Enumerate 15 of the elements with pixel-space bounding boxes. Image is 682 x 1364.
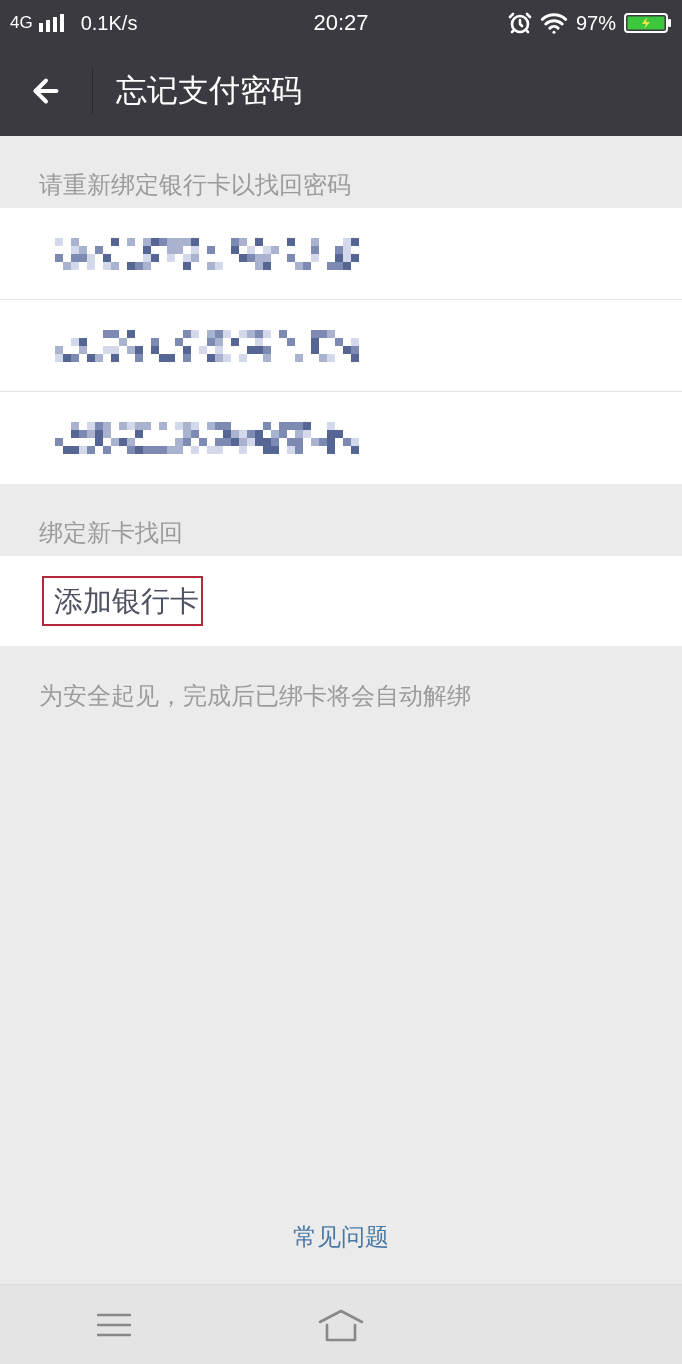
network-speed: 0.1K/s xyxy=(80,12,138,33)
home-icon[interactable] xyxy=(317,1307,364,1342)
section-label: 请重新绑定银行卡以找回密码 xyxy=(39,170,351,200)
security-note: 为安全起见，完成后已绑卡将会自动解绑 xyxy=(39,681,471,711)
battery-percent: 97% xyxy=(575,12,616,33)
clock-time: 20:27 xyxy=(313,11,369,34)
page-title: 忘记支付密码 xyxy=(116,75,302,106)
menu-icon[interactable] xyxy=(96,1312,131,1337)
alarm-icon xyxy=(507,10,532,35)
network-type: 4G xyxy=(10,14,33,31)
battery-charging-icon xyxy=(624,12,672,33)
faq-link[interactable]: 常见问题 xyxy=(293,1222,389,1252)
add-bank-card-button[interactable]: 添加银行卡 xyxy=(42,576,203,626)
section-label: 绑定新卡找回 xyxy=(39,518,183,548)
signal-icon xyxy=(38,13,65,32)
